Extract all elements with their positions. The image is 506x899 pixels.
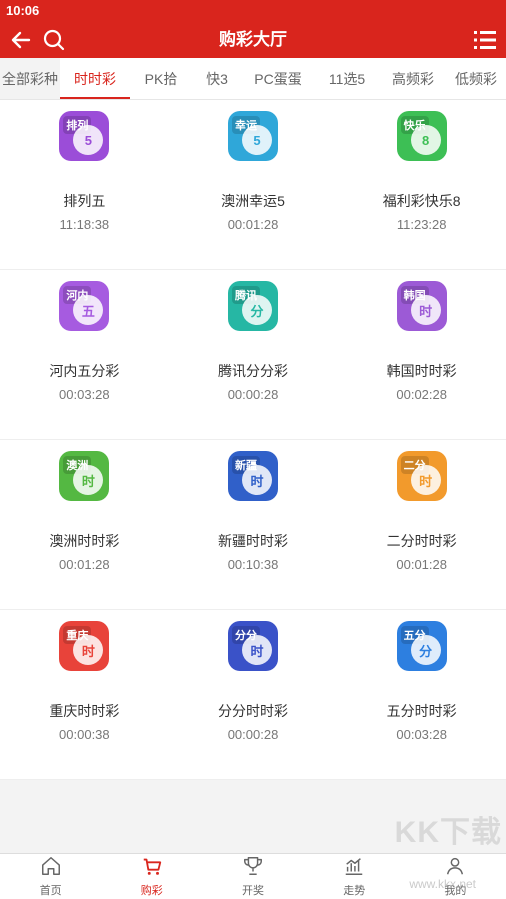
tab-6[interactable]: 高频彩	[380, 58, 446, 99]
logo-ball: 5	[73, 125, 104, 155]
lottery-countdown: 00:00:28	[227, 387, 279, 402]
lottery-name: 福利彩快乐8	[382, 193, 461, 209]
bottom-nav: 首页 购彩 开奖 走势 我的	[0, 853, 506, 899]
logo-ball: 五	[73, 295, 104, 325]
lottery-logo-icon: 重庆时	[59, 621, 110, 671]
lottery-countdown: 00:02:28	[396, 387, 447, 402]
lottery-countdown: 00:03:28	[59, 387, 110, 402]
lottery-name: 二分时时彩	[386, 533, 457, 549]
lottery-item[interactable]: 澳洲时澳洲时时彩 00:01:28	[0, 440, 169, 609]
lottery-logo-icon: 排列 5	[59, 111, 110, 161]
lottery-name: 韩国时时彩	[386, 363, 457, 379]
list-menu-icon	[474, 31, 496, 49]
lottery-countdown: 00:03:28	[396, 727, 447, 742]
lottery-logo-icon: 五分分	[396, 621, 447, 671]
logo-ball: 时	[410, 295, 441, 325]
nav-item-0[interactable]: 首页	[0, 854, 101, 899]
lottery-logo-icon: 韩国时	[396, 281, 447, 331]
lottery-countdown: 00:00:38	[59, 727, 110, 742]
lottery-countdown: 00:01:28	[59, 557, 110, 572]
logo-ball: 时	[242, 465, 272, 495]
logo-ball: 分	[410, 635, 441, 665]
lottery-item[interactable]: 五分分五分时时彩 00:03:28	[337, 610, 506, 779]
lottery-item[interactable]: 分分时分分时时彩 00:00:28	[169, 610, 338, 779]
lottery-item[interactable]: 二分时二分时时彩 00:01:28	[337, 440, 506, 609]
lottery-logo-icon: 河内五	[59, 281, 110, 331]
watermark: KK下载	[394, 816, 502, 849]
logo-ball: 5	[242, 125, 272, 155]
lottery-item[interactable]: 河内五河内五分彩 00:03:28	[0, 270, 169, 439]
lottery-row: 重庆时重庆时时彩 00:00:38 分分时分分时时彩 00:00:28 五分分五分时时彩…	[0, 610, 506, 780]
lottery-item[interactable]: 韩国时韩国时时彩 00:02:28	[337, 270, 506, 439]
lottery-logo-icon: 二分时	[396, 451, 447, 501]
nav-item-2[interactable]: 开奖	[202, 854, 303, 899]
tab-7[interactable]: 低频彩	[446, 58, 506, 99]
lottery-name: 澳洲幸运5	[221, 193, 285, 209]
trophy-icon	[242, 855, 264, 882]
lottery-item[interactable]: 排列 5 排列五 11:18:38	[0, 100, 169, 269]
lottery-row: 澳洲时澳洲时时彩 00:01:28 新疆时新疆时时彩 00:10:38 二分时二分时时彩…	[0, 440, 506, 610]
lottery-name: 排列五	[63, 193, 106, 209]
lottery-countdown: 00:00:28	[227, 727, 279, 742]
lottery-name: 腾讯分分彩	[218, 363, 288, 379]
home-icon	[40, 855, 62, 882]
page-title: 购彩大厅	[219, 30, 287, 49]
lottery-logo-icon: 新疆时	[228, 451, 278, 501]
lottery-name: 五分时时彩	[386, 703, 457, 719]
nav-label: 开奖	[242, 885, 264, 897]
tab-4[interactable]: PC蛋蛋	[242, 58, 314, 99]
lottery-item[interactable]: 幸运 5 澳洲幸运5 00:01:28	[169, 100, 338, 269]
tab-1[interactable]: 时时彩	[60, 58, 130, 99]
watermark-url: www.kkx.net	[409, 877, 476, 891]
logo-ball: 时	[242, 635, 272, 665]
lottery-item[interactable]: 快乐 8 福利彩快乐8 11:23:28	[337, 100, 506, 269]
nav-label: 购彩	[140, 885, 163, 897]
logo-ball: 时	[73, 465, 104, 495]
logo-ball: 8	[410, 125, 441, 155]
cart-icon	[141, 855, 163, 882]
tab-3[interactable]: 快3	[192, 58, 242, 99]
lottery-name: 新疆时时彩	[218, 533, 288, 549]
logo-ball: 分	[242, 295, 272, 325]
lottery-item[interactable]: 重庆时重庆时时彩 00:00:38	[0, 610, 169, 779]
nav-item-1[interactable]: 购彩	[101, 854, 202, 899]
logo-ball: 时	[410, 465, 441, 495]
lottery-countdown: 00:10:38	[227, 557, 279, 572]
nav-label: 走势	[343, 885, 366, 897]
lottery-row: 排列 5 排列五 11:18:38 幸运 5 澳洲幸运5 00:01:28 快乐 8 福利彩快乐8 1…	[0, 100, 506, 270]
tab-2[interactable]: PK拾	[130, 58, 192, 99]
lottery-countdown: 11:23:28	[396, 217, 447, 232]
status-time: 10:06	[6, 3, 40, 18]
app-header: 购彩大厅	[0, 22, 506, 58]
lottery-countdown: 11:18:38	[59, 217, 110, 232]
lottery-logo-icon: 分分时	[228, 621, 278, 671]
lottery-logo-icon: 澳洲时	[59, 451, 110, 501]
menu-button[interactable]	[470, 22, 500, 58]
lottery-name: 重庆时时彩	[49, 703, 120, 719]
lottery-row: 河内五河内五分彩 00:03:28 腾讯分腾讯分分彩 00:00:28 韩国时韩国时时彩…	[0, 270, 506, 440]
lottery-item[interactable]: 新疆时新疆时时彩 00:10:38	[169, 440, 338, 609]
lottery-name: 澳洲时时彩	[49, 533, 120, 549]
lottery-countdown: 00:01:28	[227, 217, 279, 232]
lottery-logo-icon: 幸运 5	[228, 111, 278, 161]
status-bar: 10:06	[0, 0, 506, 22]
tab-5[interactable]: 11选5	[314, 58, 380, 99]
logo-ball: 时	[73, 635, 104, 665]
lottery-logo-icon: 腾讯分	[228, 281, 278, 331]
lottery-grid: 排列 5 排列五 11:18:38 幸运 5 澳洲幸运5 00:01:28 快乐 8 福利彩快乐8 1…	[0, 100, 506, 780]
lottery-name: 分分时时彩	[218, 703, 288, 719]
lottery-countdown: 00:01:28	[396, 557, 447, 572]
nav-item-3[interactable]: 走势	[304, 854, 405, 899]
tab-0[interactable]: 全部彩种	[0, 58, 60, 99]
trend-icon	[343, 855, 365, 882]
lottery-logo-icon: 快乐 8	[396, 111, 447, 161]
nav-label: 首页	[39, 885, 62, 897]
lottery-item[interactable]: 腾讯分腾讯分分彩 00:00:28	[169, 270, 338, 439]
category-tabs: 全部彩种 时时彩 PK拾 快3 PC蛋蛋 11选5 高频彩 低频彩	[0, 58, 506, 100]
lottery-name: 河内五分彩	[49, 363, 120, 379]
